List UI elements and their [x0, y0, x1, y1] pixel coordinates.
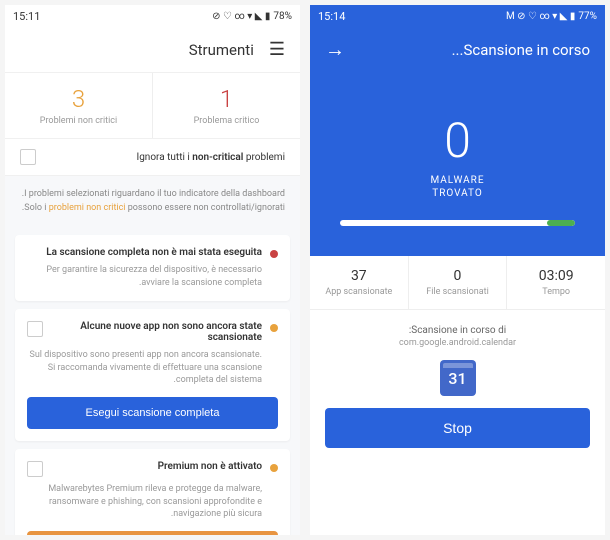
problem-summary: 1 Problema critico 3 Problemi non critic…	[5, 73, 300, 138]
warning-dot-icon	[270, 464, 278, 472]
scan-header: Scansione in corso... →	[310, 27, 605, 72]
malware-label: MALWARETROVATO	[330, 174, 585, 200]
scan-current-package: com.google.android.calendar	[325, 338, 590, 348]
run-full-scan-button[interactable]: Esegui scansione completa	[27, 397, 278, 429]
stop-button[interactable]: Stop	[325, 408, 590, 448]
malware-count: 0	[330, 112, 585, 169]
phone-tools: 15:11 ⊘ ♡ ∞ ▾ ◣ ▮ 78% ☰ Strumenti 1 Prob…	[5, 5, 300, 535]
phone-scanning: 15:14 M ⊘ ♡ ∞ ▾ ◣ ▮ 77% Scansione in cor…	[310, 5, 605, 535]
info-box: I problemi selezionati riguardano il tuo…	[5, 176, 300, 227]
ignore-all-row: Ignora tutti i non-critical problemi	[5, 138, 300, 176]
stat-files: 0 File scansionati	[409, 256, 508, 309]
status-icons: M ⊘ ♡ ∞ ▾ ◣ ▮ 77%	[506, 11, 597, 22]
ignore-label: Ignora tutti i non-critical problemi	[46, 152, 285, 163]
scan-stats: 03:09 Tempo 0 File scansionati 37 App sc…	[310, 256, 605, 310]
warning-dot-icon	[270, 324, 278, 332]
card-checkbox[interactable]	[27, 321, 43, 337]
status-bar: 15:14 M ⊘ ♡ ∞ ▾ ◣ ▮ 77%	[310, 5, 605, 27]
status-time: 15:11	[13, 10, 40, 23]
progress-bar	[340, 220, 575, 226]
critical-problems[interactable]: 1 Problema critico	[153, 73, 300, 138]
status-icons: ⊘ ♡ ∞ ▾ ◣ ▮ 78%	[212, 11, 292, 22]
scan-main-area: 0 MALWARETROVATO	[310, 72, 605, 256]
noncritical-problems[interactable]: 3 Problemi non critici	[5, 73, 152, 138]
scan-title: Scansione in corso...	[452, 41, 590, 59]
card-apps-not-scanned: Alcune nuove app non sono ancora state s…	[15, 309, 290, 441]
upgrade-button[interactable]: Effettua ora l'upgrade	[27, 531, 278, 535]
back-arrow-icon[interactable]: →	[325, 37, 345, 62]
stat-time: 03:09 Tempo	[507, 256, 605, 309]
hamburger-menu-icon[interactable]: ☰	[269, 39, 285, 60]
ignore-all-checkbox[interactable]	[20, 149, 36, 165]
card-scan-never-run: La scansione completa non è mai stata es…	[15, 235, 290, 301]
scan-footer: Scansione in corso di: com.google.androi…	[310, 310, 605, 463]
card-checkbox[interactable]	[27, 461, 43, 477]
progress-fill	[547, 220, 575, 226]
status-time: 15:14	[318, 10, 345, 23]
scan-current-label: Scansione in corso di:	[325, 325, 590, 336]
critical-dot-icon	[270, 250, 278, 258]
scroll-area[interactable]: Ignora tutti i non-critical problemi I p…	[5, 138, 300, 535]
divider	[152, 73, 153, 138]
tools-header: ☰ Strumenti	[5, 27, 300, 73]
status-bar: 15:11 ⊘ ♡ ∞ ▾ ◣ ▮ 78%	[5, 5, 300, 27]
calendar-app-icon: 31	[440, 360, 476, 396]
card-premium-inactive: Premium non è attivato Malwarebytes Prem…	[15, 449, 290, 535]
tools-title: Strumenti	[189, 41, 254, 59]
stat-apps: 37 App scansionate	[310, 256, 409, 309]
